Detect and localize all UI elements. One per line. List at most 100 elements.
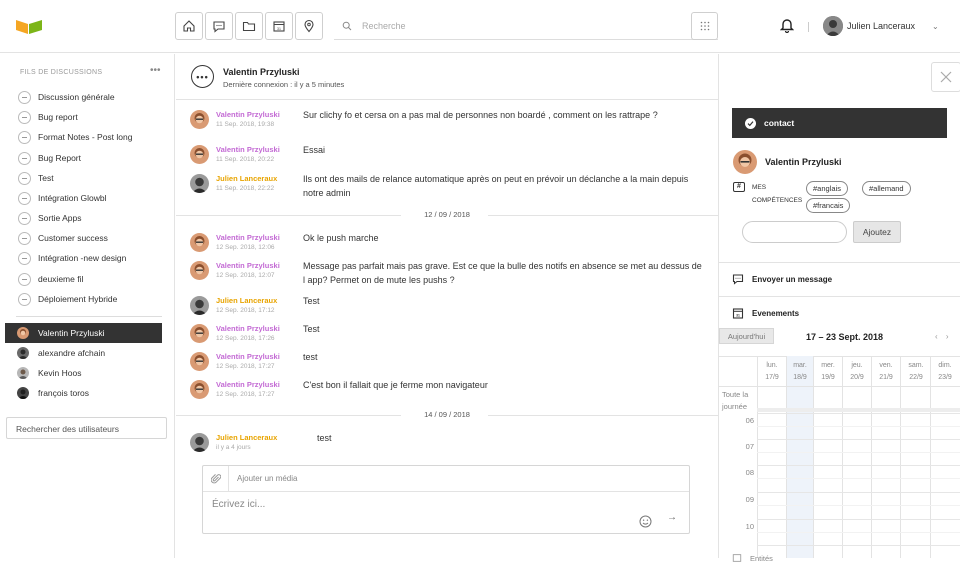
- send-message-row[interactable]: Envoyer un message: [732, 273, 832, 285]
- message-text: Test: [303, 324, 320, 334]
- user-name[interactable]: Julien Lanceraux: [847, 21, 915, 31]
- day-header[interactable]: dim. 23/9: [932, 360, 958, 384]
- person-item-valentin[interactable]: Valentin Przyluski: [5, 323, 162, 343]
- message-author[interactable]: Julien Lanceraux: [216, 174, 277, 183]
- thread-item[interactable]: Déploiement Hybride: [18, 290, 117, 308]
- message-author[interactable]: Valentin Przyluski: [216, 145, 280, 154]
- chat-title: Valentin Przyluski: [223, 67, 300, 77]
- sidebar-heading: FILS DE DISCUSSIONS: [20, 69, 103, 76]
- week-nav-arrows[interactable]: ‹ ›: [935, 332, 952, 341]
- skill-tag[interactable]: #francais: [806, 198, 851, 213]
- day-header[interactable]: mer. 19/9: [815, 360, 841, 384]
- calendar-icon[interactable]: 31: [265, 12, 293, 40]
- day-header[interactable]: sam. 22/9: [903, 360, 929, 384]
- contact-label: contact: [764, 118, 795, 128]
- today-button[interactable]: Aujourd'hui: [719, 328, 774, 344]
- send-arrow-icon[interactable]: →: [667, 512, 677, 523]
- thread-icon: [18, 90, 31, 104]
- divider: [719, 262, 960, 263]
- bell-icon[interactable]: [780, 17, 794, 33]
- thread-label: Bug report: [38, 112, 78, 122]
- app-logo[interactable]: [16, 18, 42, 36]
- thread-item[interactable]: deuxieme fil: [18, 270, 83, 288]
- add-media-button[interactable]: Ajouter un média: [237, 474, 297, 483]
- paperclip-icon[interactable]: [203, 465, 229, 492]
- day-separator: 12 / 09 / 2018: [176, 210, 718, 220]
- skill-tag[interactable]: #anglais: [806, 181, 848, 196]
- day-header[interactable]: ven. 21/9: [873, 360, 899, 384]
- chevron-down-icon[interactable]: ⌄: [932, 22, 939, 31]
- thread-icon: [18, 191, 31, 205]
- day-header[interactable]: mar. 18/9: [787, 360, 813, 384]
- message-author[interactable]: Julien Lanceraux: [216, 296, 277, 305]
- thread-icon: [18, 251, 31, 265]
- conversation-icon[interactable]: •••: [191, 65, 214, 88]
- message-text: test: [317, 433, 332, 443]
- emoji-icon[interactable]: [639, 515, 652, 528]
- hour-label: 06: [745, 416, 754, 425]
- message-date: 12 Sep. 2018, 17:12: [216, 307, 275, 314]
- thread-item[interactable]: Bug Report: [18, 149, 81, 167]
- message-input[interactable]: Écrivez ici...: [212, 499, 265, 510]
- thread-label: deuxieme fil: [38, 274, 84, 284]
- add-skill-button[interactable]: Ajoutez: [853, 221, 901, 243]
- message-text: Essai: [303, 145, 326, 155]
- folder-icon[interactable]: [235, 12, 263, 40]
- thread-icon: [18, 272, 31, 286]
- person-item[interactable]: françois toros: [5, 383, 162, 403]
- avatar: [190, 174, 209, 193]
- thread-icon: [18, 110, 31, 124]
- person-label: françois toros: [38, 388, 90, 398]
- thread-item[interactable]: Discussion générale: [18, 88, 115, 106]
- person-item[interactable]: Kevin Hoos: [5, 363, 162, 383]
- thread-item[interactable]: Test: [18, 169, 54, 187]
- avatar[interactable]: [823, 16, 843, 36]
- message-author[interactable]: Valentin Przyluski: [216, 352, 280, 361]
- message-date: 12 Sep. 2018, 12:07: [216, 272, 275, 279]
- thread-item[interactable]: Bug report: [18, 108, 78, 126]
- person-item[interactable]: alexandre afchain: [5, 343, 162, 363]
- thread-item[interactable]: Format Notes - Post long: [18, 128, 132, 146]
- message-author[interactable]: Valentin Przyluski: [216, 324, 280, 333]
- message-author[interactable]: Valentin Przyluski: [216, 110, 280, 119]
- location-icon[interactable]: [295, 12, 323, 40]
- thread-item[interactable]: Intégration Glowbl: [18, 189, 107, 207]
- day-separator-label: 14 / 09 / 2018: [424, 410, 470, 419]
- day-header[interactable]: lun. 17/9: [759, 360, 785, 384]
- close-icon[interactable]: [931, 62, 960, 92]
- message-author[interactable]: Valentin Przyluski: [216, 380, 280, 389]
- thread-item[interactable]: Sortie Apps: [18, 209, 81, 227]
- avatar: [17, 347, 29, 359]
- thread-label: Customer success: [38, 233, 108, 243]
- chat-icon[interactable]: [205, 12, 233, 40]
- divider: [719, 296, 960, 297]
- skill-input[interactable]: [742, 221, 847, 243]
- more-icon[interactable]: •••: [150, 65, 161, 76]
- message-author[interactable]: Valentin Przyluski: [216, 233, 280, 242]
- message-author[interactable]: Julien Lanceraux: [216, 433, 277, 442]
- apps-grid-button[interactable]: [691, 12, 718, 40]
- thread-item[interactable]: Customer success: [18, 229, 108, 247]
- avatar: [17, 387, 29, 399]
- chat-panel: ••• Valentin Przyluski Dernière connexio…: [176, 54, 718, 558]
- search-input[interactable]: Recherche: [334, 12, 718, 40]
- competences-label: MES COMPÉTENCES: [752, 184, 803, 204]
- hour-label: 10: [745, 522, 754, 531]
- top-bar: 31 Recherche Julien Lanceraux ⌄: [0, 0, 960, 53]
- avatar: [190, 233, 209, 252]
- thread-label: Bug Report: [38, 153, 81, 163]
- day-separator-label: 12 / 09 / 2018: [424, 210, 470, 219]
- avatar: [17, 367, 29, 379]
- avatar: [190, 110, 209, 129]
- home-icon[interactable]: [175, 12, 203, 40]
- thread-icon: [18, 130, 31, 144]
- skill-tag[interactable]: #allemand: [862, 181, 911, 196]
- day-header[interactable]: jeu. 20/9: [844, 360, 870, 384]
- sidebar: FILS DE DISCUSSIONS ••• Discussion génér…: [0, 54, 175, 558]
- user-search-input[interactable]: Rechercher des utilisateurs: [6, 417, 167, 439]
- message-author[interactable]: Valentin Przyluski: [216, 261, 280, 270]
- person-label: Valentin Przyluski: [38, 328, 105, 338]
- contact-button[interactable]: contact: [732, 108, 947, 138]
- entities-row[interactable]: Entités: [732, 553, 773, 563]
- thread-item[interactable]: Intégration -new design: [18, 249, 126, 267]
